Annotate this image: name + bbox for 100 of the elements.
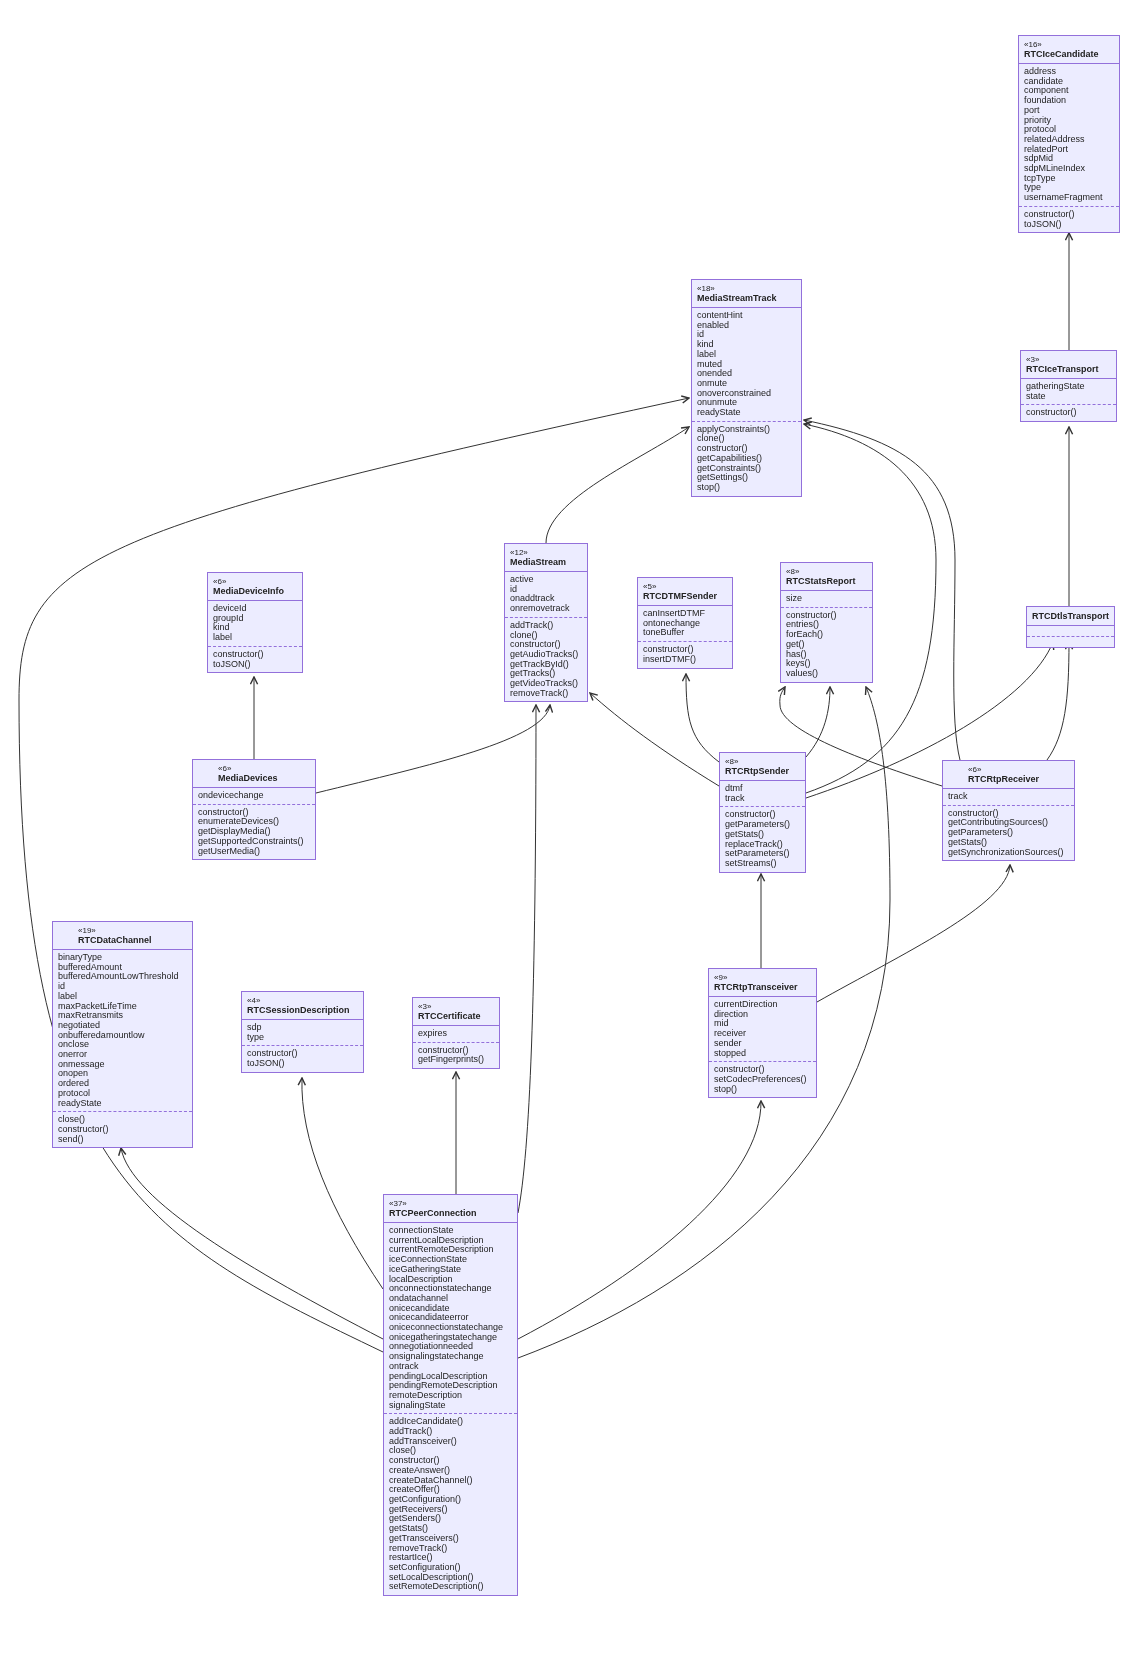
method-name: restartIce() [389, 1553, 433, 1563]
method-name: getStats() [389, 1524, 428, 1534]
attribute-name: enabled [697, 320, 731, 330]
method-name: constructor() [1024, 209, 1076, 220]
attribute-name: ordered [58, 1079, 91, 1089]
method-name: constructor() [510, 640, 561, 650]
method-name: addIceCandidate() [389, 1417, 465, 1428]
attribute-name: toneBuffer [643, 628, 685, 639]
attribute-name: onnegotiationneeded [389, 1342, 474, 1353]
method-name: addTrack() [510, 620, 555, 631]
method-name: createAnswer() [389, 1465, 452, 1476]
attribute-name: connectionState [389, 1226, 455, 1236]
method-name: constructor() [725, 810, 777, 820]
method-name: getFingerprints() [418, 1055, 486, 1066]
attribute-name: iceGatheringState [389, 1264, 463, 1275]
attribute-name: tcpType [1024, 173, 1056, 184]
method-name: constructor() [213, 649, 265, 660]
method-name: entries() [786, 620, 820, 631]
attribute-name: bufferedAmount [58, 962, 123, 972]
method-name: get() [786, 639, 805, 650]
method-name: getTrackById() [510, 659, 569, 670]
method-name: removeTrack() [389, 1543, 448, 1554]
attribute-name: foundation [1024, 96, 1067, 106]
method-name: getSynchronizationSources() [948, 847, 1065, 858]
class-name: RTCDTMFSender [643, 591, 718, 602]
method-name: insertDTMF() [643, 654, 697, 665]
attribute-name: onsignalingstatechange [389, 1352, 485, 1362]
method-name: addTransceiver() [389, 1436, 458, 1447]
attribute-name: ontrack [389, 1361, 419, 1372]
attribute-name: dtmf [725, 784, 744, 794]
method-name: setParameters() [725, 849, 791, 859]
method-name: clone() [697, 434, 725, 444]
attribute-name: deviceId [213, 604, 248, 614]
class-name: RTCPeerConnection [389, 1208, 478, 1219]
attribute-name: localDescription [389, 1274, 453, 1285]
stereotype-label: «4» [247, 996, 262, 1005]
stereotype-label: «16» [1024, 40, 1043, 49]
class-name: MediaDevices [218, 773, 279, 784]
method-name: toJSON() [247, 1059, 285, 1069]
class-name: RTCRtpSender [725, 766, 790, 777]
attribute-name: label [58, 991, 78, 1002]
attribute-name: expires [418, 1029, 448, 1039]
method-name: forEach() [786, 630, 824, 640]
attribute-name: readyState [697, 408, 742, 418]
attribute-name: onopen [58, 1069, 89, 1080]
attribute-name: active [510, 575, 535, 585]
attribute-name: type [1024, 183, 1041, 194]
attribute-name: receiver [714, 1029, 747, 1039]
attribute-name: component [1024, 86, 1070, 97]
attribute-name: protocol [1024, 125, 1057, 135]
attribute-name: sender [714, 1038, 743, 1049]
attribute-name: id [697, 330, 705, 340]
attribute-name: kind [697, 340, 715, 350]
stereotype-label: «6» [968, 765, 983, 774]
attribute-name: negotiated [58, 1020, 102, 1031]
method-name: values() [786, 668, 819, 679]
stereotype-label: «6» [213, 577, 228, 586]
attribute-name: currentLocalDescription [389, 1235, 484, 1246]
class-name: RTCDtlsTransport [1032, 611, 1109, 622]
class-name: RTCIceCandidate [1024, 49, 1100, 60]
attribute-name: bufferedAmountLowThreshold [58, 972, 180, 982]
stereotype-label: «37» [389, 1199, 408, 1208]
attribute-name: port [1024, 105, 1041, 116]
method-name: getStats() [948, 837, 987, 848]
method-name: toJSON() [1024, 219, 1062, 230]
attribute-name: kind [213, 623, 230, 633]
attribute-name: groupId [213, 613, 245, 624]
attribute-name: ondevicechange [198, 791, 265, 801]
stereotype-label: «8» [725, 757, 740, 766]
class-name: RTCRtpReceiver [968, 774, 1041, 785]
attribute-name: protocol [58, 1088, 92, 1099]
method-name: setStreams() [725, 858, 777, 869]
attribute-name: readyState [58, 1098, 103, 1109]
method-name: clone() [510, 630, 538, 640]
attribute-name: gatheringState [1026, 382, 1086, 392]
attribute-name: relatedPort [1024, 144, 1070, 154]
class-name: RTCIceTransport [1026, 364, 1100, 375]
class-name: MediaStreamTrack [697, 293, 778, 304]
class-name: RTCCertificate [418, 1011, 482, 1022]
method-name: getDisplayMedia() [198, 827, 271, 837]
attribute-name: mid [714, 1019, 730, 1029]
method-name: createOffer() [389, 1485, 440, 1495]
attribute-name: onicecandidate [389, 1303, 451, 1313]
attribute-name: sdpMid [1024, 154, 1053, 165]
attribute-name: address [1024, 67, 1058, 77]
method-name: getConstraints() [697, 463, 763, 474]
method-name: constructor() [247, 1049, 299, 1060]
attribute-name: sdp [247, 1023, 263, 1033]
method-name: enumerateDevices() [198, 817, 281, 828]
attribute-name: currentDirection [714, 1000, 779, 1010]
attribute-name: track [948, 792, 969, 802]
method-name: createDataChannel() [389, 1475, 474, 1486]
method-name: constructor() [1026, 408, 1078, 419]
attribute-name: usernameFragment [1024, 193, 1104, 203]
method-name: removeTrack() [510, 688, 569, 699]
attribute-name: iceConnectionState [389, 1255, 468, 1265]
attribute-name: remoteDescription [389, 1390, 463, 1401]
method-name: addTrack() [389, 1427, 433, 1437]
attribute-name: onended [697, 369, 734, 379]
method-name: applyConstraints() [697, 424, 772, 435]
